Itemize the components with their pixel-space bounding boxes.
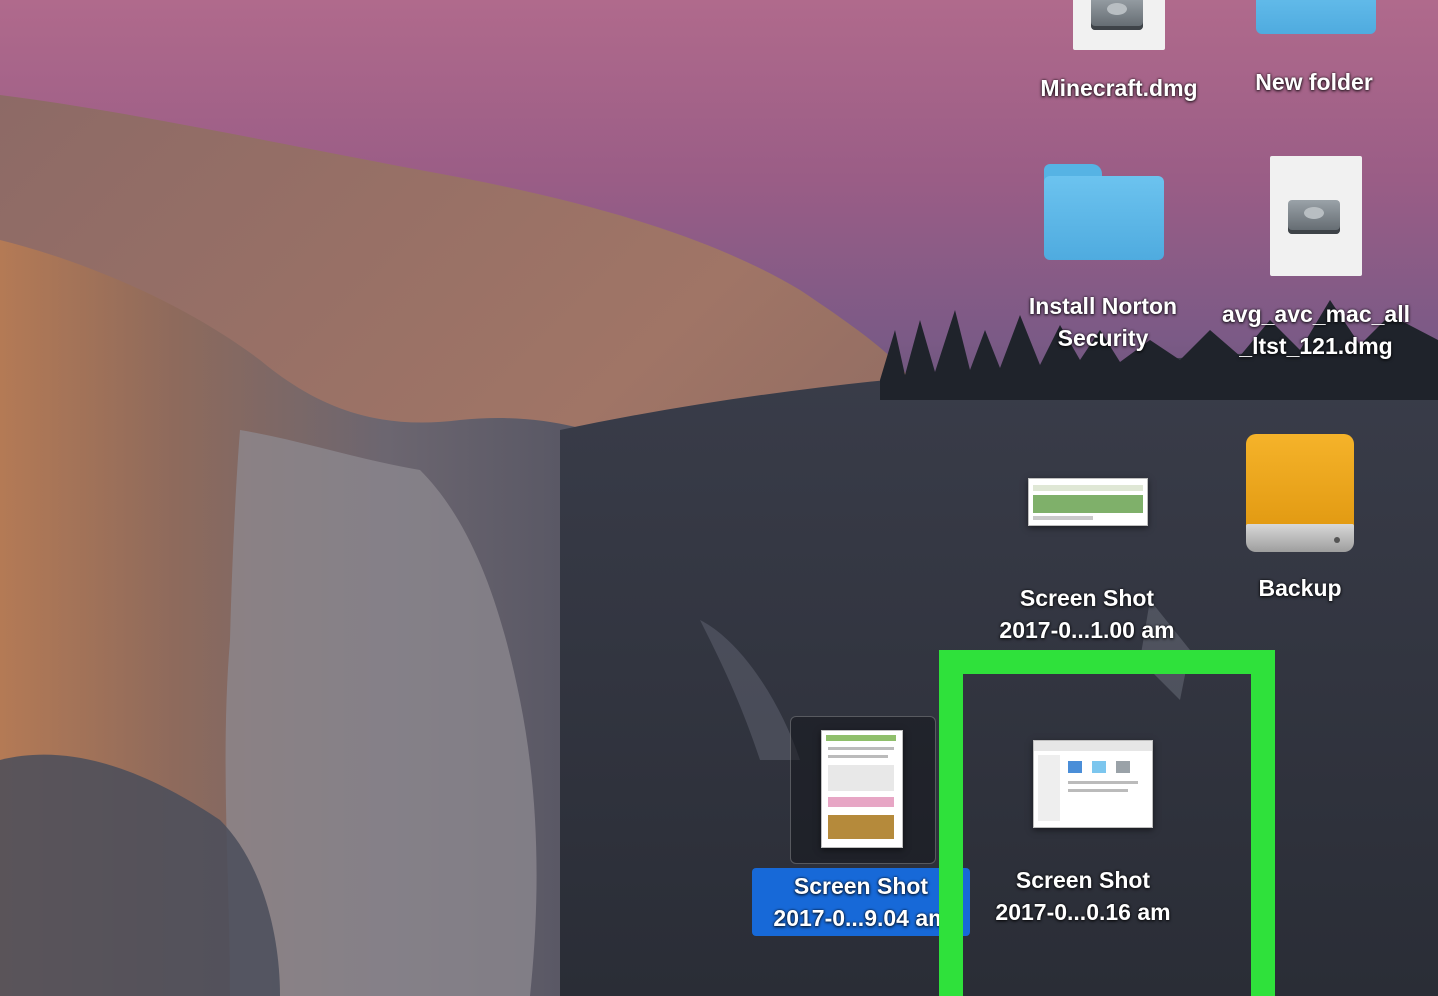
desktop-icon-minecraft-dmg[interactable]: Minecraft.dmg: [1010, 0, 1228, 110]
icon-label: New folder: [1255, 69, 1373, 95]
desktop-icon-new-folder[interactable]: New folder: [1214, 0, 1414, 110]
desktop[interactable]: Minecraft.dmg New folder Install Norton …: [0, 0, 1438, 996]
disk-image-icon: [1073, 0, 1165, 50]
folder-icon: [1256, 0, 1376, 34]
desktop-icon-screen-shot-0-16-am[interactable]: Screen Shot 2017-0...0.16 am: [963, 674, 1203, 948]
screenshot-thumbnail: [1033, 740, 1153, 828]
screenshot-thumbnail: [821, 730, 903, 848]
folder-icon: [1044, 164, 1164, 260]
icon-label: Minecraft.dmg: [1040, 75, 1198, 101]
desktop-icon-screen-shot-9-04-am[interactable]: Screen Shot 2017-0...9.04 am: [750, 716, 970, 936]
icon-label: avg_avc_mac_all _ltst_121.dmg: [1222, 301, 1410, 359]
desktop-icon-backup[interactable]: Backup: [1230, 430, 1370, 610]
icon-label-selected: Screen Shot 2017-0...9.04 am: [752, 868, 970, 936]
icon-label: Install Norton Security: [1028, 293, 1178, 351]
desktop-icon-install-norton-security[interactable]: Install Norton Security: [1000, 160, 1206, 360]
external-drive-icon: [1246, 434, 1354, 552]
desktop-icon-screen-shot-1-00-am[interactable]: Screen Shot 2017-0...1.00 am: [980, 470, 1194, 650]
icon-label: Backup: [1258, 575, 1342, 601]
desktop-icon-avg-dmg[interactable]: avg_avc_mac_all _ltst_121.dmg: [1206, 150, 1426, 370]
screenshot-thumbnail: [1028, 478, 1148, 526]
icon-label: Screen Shot 2017-0...1.00 am: [999, 585, 1175, 643]
icon-label: Screen Shot 2017-0...0.16 am: [995, 867, 1171, 925]
disk-image-icon: [1270, 156, 1362, 276]
